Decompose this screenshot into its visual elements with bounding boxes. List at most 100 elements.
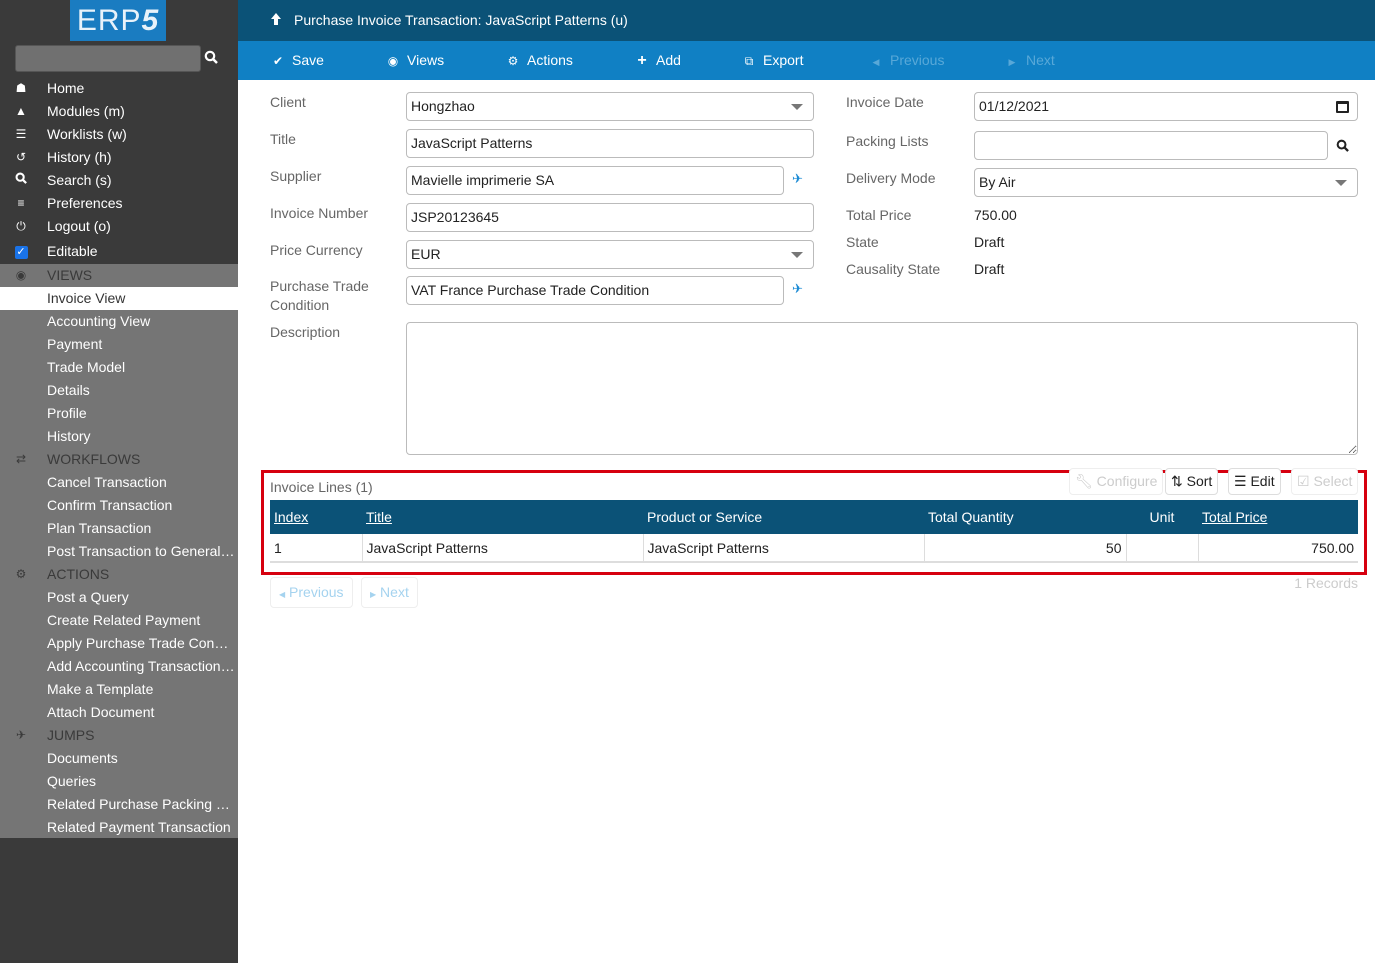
puzzle-icon: ▲ (15, 104, 27, 118)
sidebar-item-documents[interactable]: Documents (0, 747, 238, 770)
plane-icon[interactable]: ✈ (792, 171, 803, 187)
sidebar-item-payment[interactable]: Payment (0, 333, 238, 356)
sidebar-item-home[interactable]: ☗ Home (0, 77, 238, 100)
sidebar-item-profile[interactable]: Profile (0, 402, 238, 425)
packing-lists-input[interactable] (974, 131, 1328, 160)
sidebar-item-preferences[interactable]: ≡ Preferences (0, 192, 238, 215)
nav-label: Logout (o) (47, 218, 111, 234)
total-price-label: Total Price (846, 207, 912, 223)
sidebar-item-cancel-transaction[interactable]: Cancel Transaction (0, 471, 238, 494)
select-button[interactable]: ☑ Select (1291, 468, 1359, 495)
cell-unit[interactable] (1126, 534, 1199, 563)
erp5-logo[interactable]: ERP5 (70, 0, 166, 41)
export-button[interactable]: ⧉ Export (741, 52, 804, 69)
price-currency-value: EUR (411, 246, 441, 262)
sidebar-item-accounting-view[interactable]: Accounting View (0, 310, 238, 333)
search-icon[interactable] (204, 50, 220, 68)
total-price-value: 750.00 (974, 207, 1017, 223)
sidebar-item-post-transaction[interactable]: Post Transaction to General L... (0, 540, 238, 563)
cell-total-price[interactable]: 750.00 (1198, 534, 1358, 563)
sidebar-item-modules[interactable]: ▲ Modules (m) (0, 100, 238, 123)
configure-button[interactable]: 🔧︎ Configure (1069, 468, 1164, 495)
sidebar-item-related-packing-list[interactable]: Related Purchase Packing List (0, 793, 238, 816)
previous-button[interactable]: ◀ Previous (868, 52, 945, 68)
cell-product[interactable]: JavaScript Patterns (643, 534, 925, 563)
sidebar-item-details[interactable]: Details (0, 379, 238, 402)
add-button[interactable]: + Add (634, 52, 681, 70)
lines-next-label: Next (380, 584, 409, 600)
wrench-icon: 🔧︎ (1075, 473, 1093, 489)
sidebar-item-post-query[interactable]: Post a Query (0, 586, 238, 609)
checkbox-icon[interactable]: ✓ (13, 240, 29, 263)
delivery-mode-select[interactable]: By Air (974, 168, 1358, 197)
invoice-date-label: Invoice Date (846, 94, 924, 110)
save-label: Save (292, 52, 324, 68)
plane-icon[interactable]: ✈ (792, 281, 803, 297)
sidebar: ERP5 ☗ Home ▲ Modules (m) ☰ Worklists (w) ↺… (0, 0, 238, 963)
table-row[interactable]: 1 JavaScript Patterns JavaScript Pattern… (270, 534, 1358, 563)
actions-button[interactable]: ⚙ Actions (505, 52, 573, 68)
check-square-icon: ☑ (1297, 473, 1310, 489)
section-label: ACTIONS (47, 566, 110, 582)
nav-label: Profile (47, 405, 87, 421)
sidebar-item-create-related-payment[interactable]: Create Related Payment (0, 609, 238, 632)
save-button[interactable]: ✔ Save (270, 52, 324, 68)
column-title[interactable]: Title (362, 500, 643, 534)
configure-label: Configure (1096, 473, 1158, 489)
sidebar-item-history-view[interactable]: History (0, 425, 238, 448)
supplier-input[interactable]: Mavielle imprimerie SA (406, 166, 784, 195)
sidebar-item-history[interactable]: ↺ History (h) (0, 146, 238, 169)
invoice-number-value: JSP20123645 (411, 209, 499, 225)
sort-button[interactable]: ⇅ Sort (1165, 468, 1219, 495)
sidebar-item-trade-model[interactable]: Trade Model (0, 356, 238, 379)
arrow-up-icon[interactable] (270, 12, 282, 28)
power-icon: ⏻ (16, 219, 26, 233)
column-total-price[interactable]: Total Price (1198, 500, 1358, 534)
history-icon: ↺ (15, 150, 27, 164)
sidebar-item-logout[interactable]: ⏻ Logout (o) (0, 215, 238, 238)
sidebar-item-add-accounting-line[interactable]: Add Accounting Transaction L... (0, 655, 238, 678)
invoice-date-input[interactable]: 01/12/2021 (974, 92, 1358, 121)
toolbar: ✔ Save ◉ Views ⚙ Actions + Add ⧉ Export ◀ Prev… (238, 41, 1375, 80)
lines-next-button[interactable]: ▶ Next (361, 577, 418, 608)
cell-title[interactable]: JavaScript Patterns (362, 534, 644, 563)
edit-button[interactable]: ☰ Edit (1228, 468, 1281, 495)
nav-label: Trade Model (47, 359, 126, 375)
caret-left-icon: ◀ (279, 590, 286, 599)
sidebar-item-related-payment[interactable]: Related Payment Transaction (0, 816, 238, 838)
column-unit: Unit (1126, 500, 1198, 534)
chevron-down-icon (791, 104, 803, 110)
title-input[interactable]: JavaScript Patterns (406, 129, 814, 158)
causality-state-label: Causality State (846, 261, 941, 277)
nav-label: Cancel Transaction (47, 474, 167, 490)
next-button[interactable]: ▶ Next (1004, 52, 1055, 68)
sidebar-search-input[interactable] (15, 45, 201, 72)
search-icon[interactable] (1336, 139, 1349, 155)
sidebar-item-make-template[interactable]: Make a Template (0, 678, 238, 701)
sidebar-item-editable[interactable]: ✓ Editable (0, 240, 238, 263)
nav-label: Invoice View (47, 290, 126, 306)
client-select[interactable]: Hongzhao (406, 92, 814, 121)
nav-label: Queries (47, 773, 97, 789)
sidebar-item-invoice-view[interactable]: Invoice View (0, 287, 238, 310)
sidebar-item-queries[interactable]: Queries (0, 770, 238, 793)
sidebar-item-worklists[interactable]: ☰ Worklists (w) (0, 123, 238, 146)
price-currency-select[interactable]: EUR (406, 240, 814, 269)
sidebar-item-attach-document[interactable]: Attach Document (0, 701, 238, 724)
client-label: Client (270, 94, 306, 110)
sidebar-item-search[interactable]: Search (s) (0, 169, 238, 192)
views-button[interactable]: ◉ Views (385, 52, 444, 68)
sidebar-item-plan-transaction[interactable]: Plan Transaction (0, 517, 238, 540)
lines-previous-button[interactable]: ◀ Previous (270, 577, 353, 608)
column-total-quantity: Total Quantity (924, 500, 1126, 534)
description-textarea[interactable] (406, 322, 1358, 455)
cell-quantity[interactable]: 50 (924, 534, 1127, 563)
sidebar-item-apply-trade-condition[interactable]: Apply Purchase Trade Conditi... (0, 632, 238, 655)
trade-condition-input[interactable]: VAT France Purchase Trade Condition (406, 276, 784, 305)
cell-index[interactable]: 1 (270, 534, 363, 563)
invoice-number-label: Invoice Number (270, 205, 369, 221)
calendar-icon[interactable] (1336, 101, 1349, 113)
invoice-number-input[interactable]: JSP20123645 (406, 203, 814, 232)
sidebar-item-confirm-transaction[interactable]: Confirm Transaction (0, 494, 238, 517)
column-index[interactable]: Index (270, 500, 362, 534)
